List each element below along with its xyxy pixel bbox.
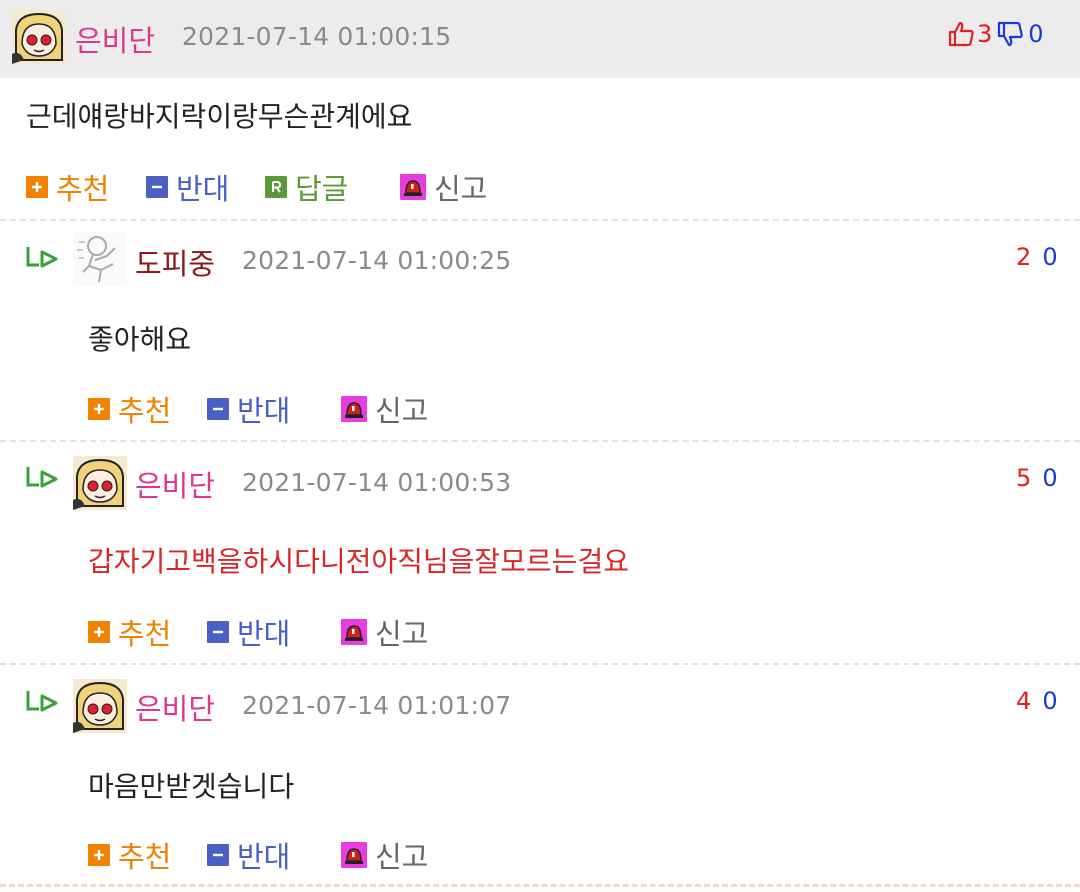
divider bbox=[0, 663, 1080, 665]
recommend-button[interactable]: 추천 bbox=[88, 388, 171, 430]
comment-date: 2021-07-14 01:00:25 bbox=[242, 246, 512, 275]
oppose-button[interactable]: 반대 bbox=[146, 166, 229, 208]
up-count: 3 bbox=[977, 20, 993, 48]
thumb-down-icon[interactable] bbox=[996, 20, 1024, 48]
divider bbox=[0, 440, 1080, 442]
down-count: 0 bbox=[1042, 687, 1058, 715]
up-count: 5 bbox=[1016, 464, 1032, 492]
recommend-label: 추천 bbox=[118, 617, 172, 651]
comment-header bbox=[0, 0, 1080, 78]
plus-icon bbox=[88, 621, 110, 643]
report-label: 신고 bbox=[375, 617, 429, 651]
oppose-label: 반대 bbox=[237, 840, 291, 874]
reply-label: 답글 bbox=[295, 172, 349, 206]
divider bbox=[0, 884, 1080, 887]
comment-date: 2021-07-14 01:01:07 bbox=[242, 691, 512, 720]
avatar[interactable] bbox=[73, 679, 127, 733]
plus-icon bbox=[26, 176, 48, 198]
nickname[interactable]: 은비단 bbox=[75, 18, 155, 60]
avatar[interactable] bbox=[73, 232, 127, 286]
reply-arrow-icon bbox=[25, 244, 61, 276]
report-button[interactable]: 신고 bbox=[400, 166, 487, 208]
siren-icon bbox=[400, 174, 426, 200]
reply-arrow-icon bbox=[25, 688, 61, 720]
recommend-button[interactable]: 추천 bbox=[26, 166, 109, 208]
vote-counter: 3 0 bbox=[947, 20, 1044, 48]
minus-icon bbox=[207, 398, 229, 420]
recommend-label: 추천 bbox=[118, 394, 172, 428]
report-label: 신고 bbox=[434, 172, 488, 206]
vote-counter: 4 0 bbox=[1016, 687, 1058, 715]
recommend-button[interactable]: 추천 bbox=[88, 834, 171, 876]
plus-icon bbox=[88, 844, 110, 866]
report-label: 신고 bbox=[375, 394, 429, 428]
comment-text: 근데얘랑바지락이랑무슨관계에요 bbox=[26, 100, 413, 133]
reply-arrow-icon bbox=[25, 464, 61, 496]
minus-icon bbox=[146, 176, 168, 198]
minus-icon bbox=[207, 844, 229, 866]
vote-counter: 5 0 bbox=[1016, 464, 1058, 492]
oppose-label: 반대 bbox=[237, 617, 291, 651]
report-button[interactable]: 신고 bbox=[341, 388, 428, 430]
oppose-label: 반대 bbox=[176, 172, 230, 206]
comment-text: 좋아해요 bbox=[88, 323, 192, 356]
down-count: 0 bbox=[1042, 464, 1058, 492]
recommend-label: 추천 bbox=[118, 840, 172, 874]
avatar[interactable] bbox=[73, 456, 127, 510]
up-count: 4 bbox=[1016, 687, 1032, 715]
report-button[interactable]: 신고 bbox=[341, 834, 428, 876]
comment-date: 2021-07-14 01:00:53 bbox=[242, 468, 512, 497]
oppose-button[interactable]: 반대 bbox=[207, 388, 290, 430]
comment-date: 2021-07-14 01:00:15 bbox=[182, 22, 452, 51]
report-button[interactable]: 신고 bbox=[341, 611, 428, 653]
reply-r-icon bbox=[265, 176, 287, 198]
minus-icon bbox=[207, 621, 229, 643]
siren-icon bbox=[341, 619, 367, 645]
oppose-label: 반대 bbox=[237, 394, 291, 428]
down-count: 0 bbox=[1042, 243, 1058, 271]
thumb-up-icon[interactable] bbox=[947, 20, 975, 48]
oppose-button[interactable]: 반대 bbox=[207, 834, 290, 876]
recommend-button[interactable]: 추천 bbox=[88, 611, 171, 653]
plus-icon bbox=[88, 398, 110, 420]
comment-text: 갑자기고백을하시다니전아직님을잘모르는걸요 bbox=[88, 545, 629, 578]
recommend-label: 추천 bbox=[56, 172, 110, 206]
report-label: 신고 bbox=[375, 840, 429, 874]
siren-icon bbox=[341, 396, 367, 422]
nickname[interactable]: 은비단 bbox=[135, 463, 215, 505]
oppose-button[interactable]: 반대 bbox=[207, 611, 290, 653]
reply-button[interactable]: 답글 bbox=[265, 166, 348, 208]
siren-icon bbox=[341, 842, 367, 868]
vote-counter: 2 0 bbox=[1016, 243, 1058, 271]
nickname[interactable]: 은비단 bbox=[135, 686, 215, 728]
nickname[interactable]: 도피중 bbox=[135, 241, 215, 283]
divider bbox=[0, 219, 1080, 221]
down-count: 0 bbox=[1028, 20, 1044, 48]
comment-text: 마음만받겟습니다 bbox=[88, 770, 295, 803]
up-count: 2 bbox=[1016, 243, 1032, 271]
avatar[interactable] bbox=[12, 10, 66, 64]
